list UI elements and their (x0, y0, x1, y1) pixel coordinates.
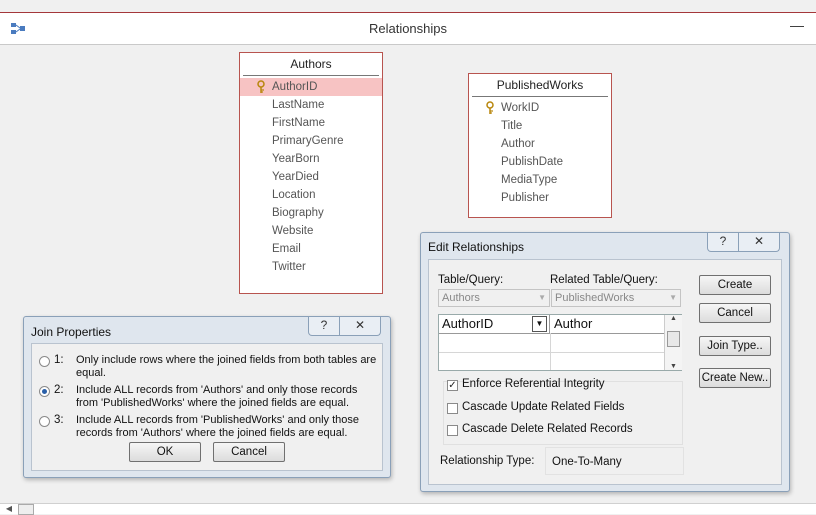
relationship-type-value-box: One-To-Many (545, 447, 684, 475)
join-option-text[interactable]: records from 'Authors' where the joined … (76, 427, 347, 439)
enforce-integrity-checkbox[interactable]: ✓ (447, 380, 458, 391)
related-table-label: Related Table/Query: (550, 274, 658, 286)
table-field[interactable]: YearBorn (240, 150, 382, 168)
join-option-text[interactable]: Only include rows where the joined field… (76, 354, 376, 366)
join-option-number: 1: (54, 354, 64, 366)
relationship-type-value: One-To-Many (552, 456, 622, 468)
field-name: AuthorID (272, 81, 318, 93)
table-field[interactable]: Email (240, 240, 382, 258)
options-group (443, 381, 683, 445)
published-works-table-title[interactable]: PublishedWorks (472, 74, 608, 97)
edit-relationships-dialog: Edit Relationships ? ✕ Table/Query: Rela… (420, 232, 790, 492)
published-works-table[interactable]: PublishedWorks WorkID Title Author PublishD… (468, 73, 612, 218)
chevron-down-icon[interactable]: ▼ (532, 316, 547, 332)
table-field[interactable]: Title (469, 117, 611, 135)
join-dialog-title: Join Properties (31, 325, 112, 339)
cascade-update-label: Cascade Update Related Fields (462, 401, 625, 413)
create-new-button[interactable]: Create New.. (699, 368, 771, 388)
table-field[interactable]: PublishDate (469, 153, 611, 171)
window-titlebar: Relationships — (0, 12, 816, 45)
cascade-update-checkbox[interactable] (447, 403, 458, 414)
scroll-left-icon[interactable]: ◀ (2, 504, 16, 513)
close-button[interactable]: ✕ (339, 317, 380, 335)
field-name: Author (501, 138, 535, 150)
grid-scrollbar[interactable]: ▲ ▼ (664, 315, 682, 370)
table-field[interactable]: AuthorID (240, 78, 382, 96)
window-title: Relationships (368, 21, 448, 36)
table-query-label: Table/Query: (438, 274, 504, 286)
primary-key-icon (486, 101, 494, 114)
field-name: PrimaryGenre (272, 135, 344, 147)
grid-left-field[interactable]: AuthorID ▼ (439, 315, 550, 333)
field-name: PublishDate (501, 156, 564, 168)
table-field[interactable]: Publisher (469, 189, 611, 207)
cancel-button[interactable]: Cancel (699, 303, 771, 323)
edit-dialog-body: Table/Query: Related Table/Query: Author… (428, 259, 782, 485)
fields-grid[interactable]: AuthorID ▼ Author ▲ ▼ (438, 314, 682, 371)
table-field[interactable]: Location (240, 186, 382, 204)
join-option-text[interactable]: Include ALL records from 'PublishedWorks… (76, 414, 359, 426)
create-button[interactable]: Create (699, 275, 771, 295)
related-table-select[interactable]: PublishedWorks ▼ (551, 289, 681, 307)
help-button[interactable]: ? (708, 233, 738, 251)
grid-right-field[interactable]: Author (551, 315, 663, 333)
table-field[interactable]: FirstName (240, 114, 382, 132)
ok-button[interactable]: OK (129, 442, 201, 462)
table-field[interactable]: PrimaryGenre (240, 132, 382, 150)
chevron-down-icon: ▼ (669, 293, 677, 302)
join-option-number: 2: (54, 384, 64, 396)
primary-key-icon (257, 80, 265, 93)
help-button[interactable]: ? (309, 317, 339, 335)
field-name: Email (272, 243, 301, 255)
join-option-3-radio[interactable] (39, 416, 50, 427)
field-name: LastName (272, 99, 325, 111)
field-name: YearDied (272, 171, 319, 183)
table-field[interactable]: WorkID (469, 99, 611, 117)
field-name: WorkID (501, 102, 540, 114)
table-field[interactable]: YearDied (240, 168, 382, 186)
chevron-down-icon: ▼ (538, 293, 546, 302)
join-properties-dialog: Join Properties ? ✕ 1: Only include rows … (23, 316, 391, 478)
table-field[interactable]: Biography (240, 204, 382, 222)
join-option-text[interactable]: Include ALL records from 'Authors' and o… (76, 384, 357, 396)
relationship-type-label: Relationship Type: (440, 455, 535, 467)
field-name: YearBorn (272, 153, 320, 165)
cancel-button[interactable]: Cancel (213, 442, 285, 462)
field-name: Title (501, 120, 523, 132)
table-field[interactable]: Website (240, 222, 382, 240)
field-name: Location (272, 189, 316, 201)
close-button[interactable]: ✕ (738, 233, 779, 251)
field-name: Publisher (501, 192, 549, 204)
table-field[interactable]: MediaType (469, 171, 611, 189)
join-option-1-radio[interactable] (39, 356, 50, 367)
authors-table[interactable]: Authors AuthorID LastName FirstName Primary… (239, 52, 383, 294)
join-option-number: 3: (54, 414, 64, 426)
table-field[interactable]: Author (469, 135, 611, 153)
join-options-panel: 1: Only include rows where the joined fie… (31, 343, 383, 471)
edit-dialog-title: Edit Relationships (428, 240, 525, 254)
authors-table-title[interactable]: Authors (243, 53, 379, 76)
field-name: Biography (272, 207, 324, 219)
minimize-button[interactable]: — (790, 17, 804, 33)
table-field[interactable]: Twitter (240, 258, 382, 276)
field-name: FirstName (272, 117, 326, 129)
join-option-text[interactable]: equal. (76, 367, 106, 379)
field-name: MediaType (501, 174, 558, 186)
table-field[interactable]: LastName (240, 96, 382, 114)
field-name: Website (272, 225, 314, 237)
join-type-button[interactable]: Join Type.. (699, 336, 771, 356)
horizontal-scrollbar[interactable]: ◀ (0, 503, 816, 515)
join-option-2-radio[interactable] (39, 386, 50, 397)
cascade-delete-checkbox[interactable] (447, 425, 458, 436)
join-option-text[interactable]: from 'PublishedWorks' where the joined f… (76, 397, 349, 409)
enforce-integrity-label: Enforce Referential Integrity (462, 378, 605, 390)
table-query-select[interactable]: Authors ▼ (438, 289, 550, 307)
cascade-delete-label: Cascade Delete Related Records (462, 423, 633, 435)
field-name: Twitter (272, 261, 306, 273)
